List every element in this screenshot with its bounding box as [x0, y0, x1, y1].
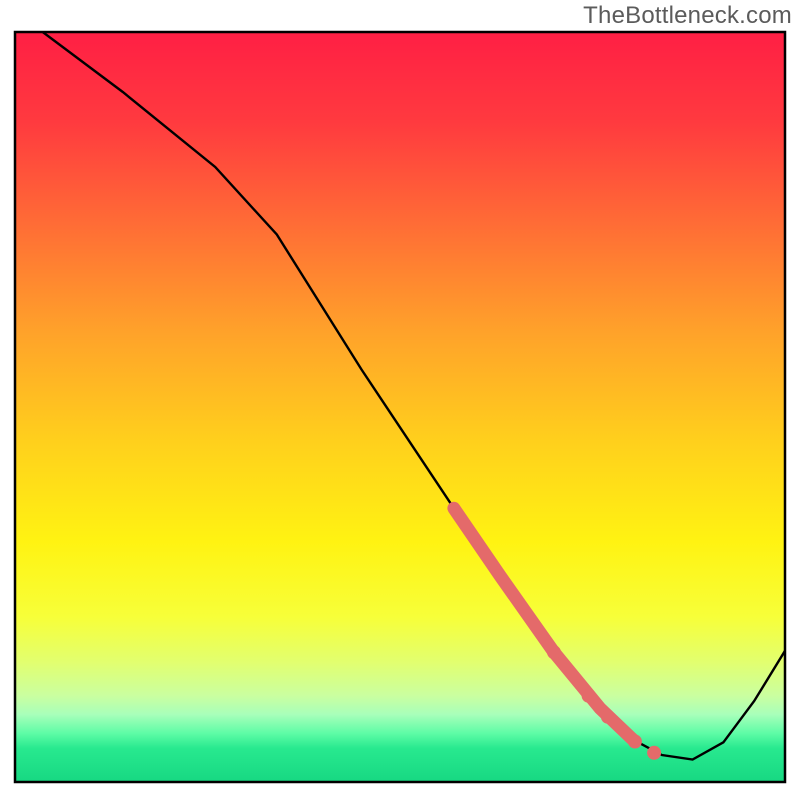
- highlight-dot: [647, 746, 661, 760]
- plot-area: [15, 32, 785, 782]
- chart-container: TheBottleneck.com: [0, 0, 800, 800]
- highlight-dot: [628, 735, 642, 749]
- bottleneck-chart: [0, 0, 800, 800]
- gradient-background: [15, 32, 785, 782]
- watermark-text: TheBottleneck.com: [583, 2, 792, 30]
- highlight-dot: [547, 645, 561, 659]
- highlight-dot: [601, 710, 615, 724]
- highlight-dot: [582, 689, 596, 703]
